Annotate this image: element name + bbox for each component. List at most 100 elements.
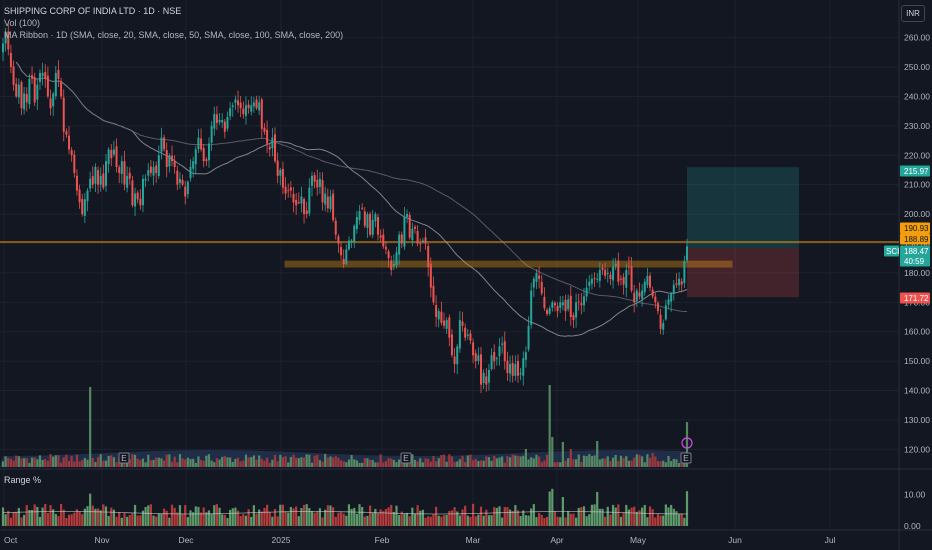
volume-bar [20,458,23,467]
volume-bar [234,458,237,467]
volume-bar [173,456,176,467]
range-bar [553,511,557,526]
range-bar [392,511,395,526]
candle-body [656,302,659,312]
volume-bar [519,456,522,467]
range-bar [648,506,652,526]
volume-bar [242,460,245,467]
candle-body [672,284,675,294]
candle-body [371,219,374,235]
candle-body [274,134,277,162]
ma-ribbon-indicator-label[interactable]: MA Ribbon · 1D (SMA, close, 20, SMA, clo… [4,30,343,40]
volume-bar [67,460,71,467]
volume-bar [485,456,488,467]
candle-body [524,352,527,360]
range-bar [244,515,248,526]
volume-bar [551,437,554,467]
range-bar [271,516,274,526]
volume-bar [508,457,512,467]
candle-body [49,98,52,109]
candle-body [281,169,284,188]
volume-bar [577,454,580,467]
symbol-tag: SCI [884,245,899,257]
volume-bar [411,454,414,467]
range-bar [25,505,28,526]
range-bar [207,510,211,526]
candle-body [171,155,174,162]
candle-body [205,159,208,162]
range-bar [464,505,467,526]
range-bar [651,509,654,526]
volume-bar [641,456,644,467]
currency-button[interactable]: INR [901,5,925,22]
candle-body [300,196,303,204]
volume-bar [44,459,47,467]
symbol-tag-label: SCI [886,247,899,256]
volume-bar [429,461,432,467]
candle-body [9,52,12,68]
candle-body [421,240,424,242]
range-bar [197,506,200,526]
range-bar [20,517,23,526]
range-bar [498,506,501,526]
candle-body [474,353,477,362]
volume-bar [646,454,649,467]
candle-body [598,269,601,281]
candle-body [437,311,440,320]
range-bar [263,507,266,526]
range-bar [501,517,504,526]
volume-bar [332,457,335,467]
volume-bar [416,461,419,467]
volume-bar [398,459,401,467]
candle-body [107,149,110,165]
range-bar [168,517,171,526]
range-bar [511,511,514,526]
volume-bar [530,457,533,467]
volume-bar [611,457,615,467]
candle-body [221,119,224,123]
candle-body [112,149,115,155]
volume-bar [366,458,369,467]
y-tick-label: 240.00 [904,91,930,101]
range-bar [252,505,255,526]
candle-body [448,317,451,338]
range-bar [598,508,601,526]
volume-bar [252,455,255,467]
volume-indicator-label[interactable]: Vol (100) [4,18,40,28]
candle-body [596,278,599,280]
range-bar [572,513,575,526]
volume-bar [574,459,578,467]
candle-body [390,260,393,270]
range-bar [556,516,559,526]
range-indicator-label[interactable]: Range % [4,475,41,485]
price-tag-label: 40:59 [904,257,925,266]
range-bar [664,504,667,526]
volume-bar [585,456,588,467]
earnings-marker: E [400,452,412,464]
candle-body [445,319,448,329]
volume-bar [202,460,205,467]
range-bar [683,517,686,526]
volume-bar [347,459,351,467]
candle-body [464,327,467,338]
range-bar [155,516,158,526]
candle-body [134,193,137,207]
volume-bar [321,461,324,467]
candle-body [667,299,670,305]
range-bar [326,505,329,526]
volume-bar [358,462,361,467]
candle-body [78,189,81,203]
candle-body [152,167,155,176]
volume-bar [54,455,57,467]
range-bar [625,504,628,526]
candle-body [60,81,63,97]
price-chart[interactable]: E E E 260.00 250.00 240.00 230.00 220.00 210.00 2… [0,0,932,550]
candle-body [260,99,263,129]
candle-body [239,102,242,109]
candle-body [65,131,68,135]
candle-body [482,372,485,384]
volume-bar [99,454,102,467]
range-bar [596,491,599,526]
candle-body [266,129,269,144]
volume-bar [419,458,422,467]
